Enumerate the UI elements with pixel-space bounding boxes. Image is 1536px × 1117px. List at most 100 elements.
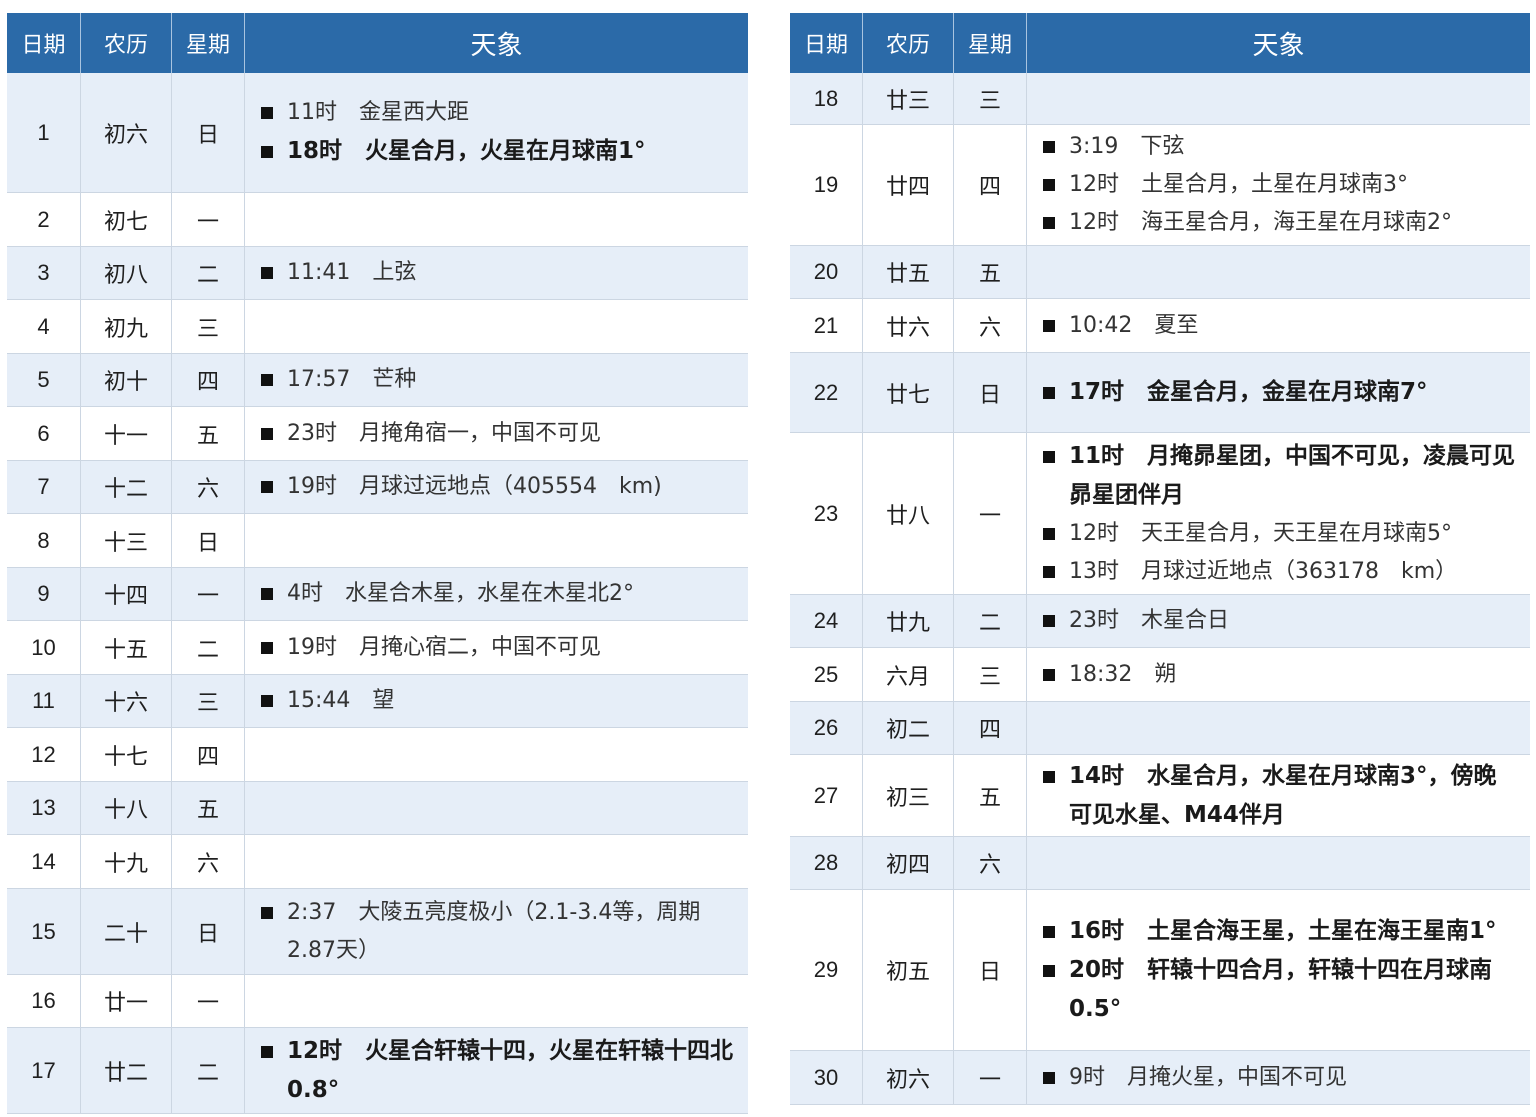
- date-cell: 16: [7, 975, 81, 1027]
- weekday-cell: 三: [172, 675, 245, 727]
- bullet-square-icon: [1043, 668, 1055, 681]
- weekday-cell: 一: [172, 975, 245, 1027]
- date-cell: 28: [790, 837, 863, 889]
- table-row: 10 十五二 19时 月掩心宿二，中国不可见: [7, 621, 748, 675]
- event-item: 10:42 夏至: [1043, 307, 1516, 345]
- table-row: 15 二十日 2:37 大陵五亮度极小（2.1-3.4等，周期2.87天）: [7, 889, 748, 975]
- weekday-cell: 六: [954, 299, 1027, 352]
- events-cell: [245, 782, 748, 834]
- header-lunar: 农历: [863, 13, 954, 73]
- date-cell: 13: [7, 782, 81, 834]
- weekday-cell: 日: [172, 514, 245, 567]
- event-text: 12时 海王星合月，海王星在月球南2°: [1069, 210, 1452, 235]
- bullet-square-icon: [261, 374, 273, 386]
- lunar-date-cell: 初十: [81, 354, 172, 406]
- bullet-square-icon: [1043, 387, 1055, 399]
- event-item: 20时 轩辕十四合月，轩辕十四在月球南0.5°: [1043, 951, 1516, 1029]
- date-cell: 3: [7, 247, 81, 299]
- event-text: 13时 月球过近地点（363178 km）: [1069, 558, 1458, 584]
- lunar-date-cell: 初八: [81, 247, 172, 299]
- bullet-square-icon: [1043, 565, 1055, 578]
- event-text: 23时 月掩角宿一，中国不可见: [287, 420, 601, 446]
- table-row: 30 初六一 9时 月掩火星，中国不可见: [790, 1051, 1530, 1105]
- lunar-date-cell: 廿五: [863, 246, 954, 298]
- event-text: 12时 土星合月，土星在月球南3°: [1069, 172, 1408, 197]
- bullet-square-icon: [261, 107, 273, 119]
- lunar-date-cell: 初六: [863, 1051, 954, 1104]
- bullet-square-icon: [1043, 450, 1055, 463]
- bullet-square-icon: [1043, 615, 1055, 627]
- event-text: 4时 水星合木星，水星在木星北2°: [287, 581, 634, 606]
- bullet-square-icon: [1043, 141, 1055, 153]
- events-cell: 11:41 上弦: [245, 247, 748, 299]
- weekday-cell: 二: [172, 621, 245, 674]
- event-item: 23时 月掩角宿一，中国不可见: [261, 415, 734, 453]
- bullet-square-icon: [1043, 1071, 1055, 1084]
- event-item: 11:41 上弦: [261, 254, 734, 292]
- event-item: 17时 金星合月，金星在月球南7°: [1043, 373, 1516, 412]
- table-row: 27 初三五 14时 水星合月，水星在月球南3°，傍晚可见水星、M44伴月: [790, 755, 1530, 837]
- weekday-cell: 五: [954, 246, 1027, 298]
- date-cell: 15: [7, 889, 81, 974]
- table-row: 8 十三日: [7, 514, 748, 568]
- weekday-cell: 三: [954, 648, 1027, 701]
- event-text: 12时 火星合轩辕十四，火星在轩辕十四北0.8°: [287, 1037, 734, 1103]
- events-cell: 12时 火星合轩辕十四，火星在轩辕十四北0.8°: [245, 1028, 748, 1113]
- lunar-date-cell: 十一: [81, 407, 172, 460]
- header-date: 日期: [7, 13, 81, 73]
- weekday-cell: 一: [954, 433, 1027, 594]
- events-cell: 10:42 夏至: [1027, 299, 1530, 352]
- event-text: 12时 天王星合月，天王星在月球南5°: [1069, 520, 1452, 546]
- event-text: 9时 月掩火星，中国不可见: [1069, 1064, 1347, 1090]
- bullet-square-icon: [261, 588, 273, 600]
- lunar-date-cell: 廿二: [81, 1028, 172, 1113]
- lunar-date-cell: 初四: [863, 837, 954, 889]
- weekday-cell: 四: [172, 354, 245, 406]
- date-cell: 9: [7, 568, 81, 620]
- event-text: 14时 水星合月，水星在月球南3°，傍晚可见水星、M44伴月: [1069, 762, 1497, 828]
- date-cell: 24: [790, 595, 863, 647]
- table-row: 17 廿二二 12时 火星合轩辕十四，火星在轩辕十四北0.8°: [7, 1028, 748, 1114]
- events-cell: 19时 月球过远地点（405554 km): [245, 461, 748, 513]
- event-text: 18时 火星合月，火星在月球南1°: [287, 138, 646, 164]
- date-cell: 14: [7, 835, 81, 888]
- bullet-square-icon: [1043, 217, 1055, 229]
- lunar-date-cell: 初三: [863, 755, 954, 836]
- events-cell: [245, 300, 748, 353]
- bullet-square-icon: [261, 146, 273, 158]
- table-row: 14 十九六: [7, 835, 748, 889]
- date-cell: 12: [7, 728, 81, 781]
- event-item: 11时 金星西大距: [261, 94, 734, 132]
- lunar-date-cell: 廿九: [863, 595, 954, 647]
- date-cell: 2: [7, 193, 81, 246]
- events-cell: 2:37 大陵五亮度极小（2.1-3.4等，周期2.87天）: [245, 889, 748, 974]
- weekday-cell: 六: [954, 837, 1027, 889]
- lunar-date-cell: 初二: [863, 702, 954, 754]
- events-cell: 23时 木星合日: [1027, 595, 1530, 647]
- lunar-date-cell: 十九: [81, 835, 172, 888]
- date-cell: 20: [790, 246, 863, 298]
- weekday-cell: 五: [172, 407, 245, 460]
- table-header: 日期 农历 星期 天象: [790, 13, 1530, 73]
- event-item: 2:37 大陵五亮度极小（2.1-3.4等，周期2.87天）: [261, 894, 734, 970]
- table-row: 28 初四六: [790, 837, 1530, 890]
- weekday-cell: 一: [172, 568, 245, 620]
- event-item: 12时 海王星合月，海王星在月球南2°: [1043, 204, 1516, 242]
- event-item: 12时 火星合轩辕十四，火星在轩辕十四北0.8°: [261, 1032, 734, 1110]
- header-weekday: 星期: [954, 13, 1027, 73]
- lunar-date-cell: 十四: [81, 568, 172, 620]
- lunar-date-cell: 初九: [81, 300, 172, 353]
- bullet-square-icon: [1043, 179, 1055, 191]
- bullet-square-icon: [261, 641, 273, 654]
- bullet-square-icon: [1043, 964, 1055, 977]
- table-row: 29 初五日 16时 土星合海王星，土星在海王星南1° 20时 轩辕十四合月，轩辕十四…: [790, 890, 1530, 1051]
- event-item: 18:32 朔: [1043, 656, 1516, 694]
- bullet-square-icon: [1043, 527, 1055, 540]
- date-cell: 26: [790, 702, 863, 754]
- event-text: 10:42 夏至: [1069, 312, 1199, 338]
- bullet-square-icon: [1043, 319, 1055, 332]
- event-text: 23时 木星合日: [1069, 608, 1229, 633]
- table-row: 9 十四一 4时 水星合木星，水星在木星北2°: [7, 568, 748, 621]
- events-cell: 9时 月掩火星，中国不可见: [1027, 1051, 1530, 1104]
- weekday-cell: 六: [172, 461, 245, 513]
